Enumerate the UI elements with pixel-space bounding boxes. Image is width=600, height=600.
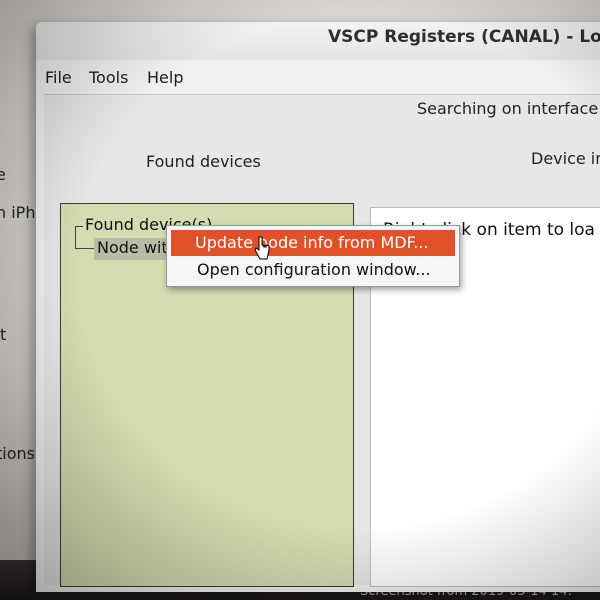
main-content: Searching on interface Found devices Dev… [44,94,600,587]
context-menu: Update node info from MDF... Open config… [166,225,460,287]
background-text-fragment: t [0,325,7,344]
window-title: VSCP Registers (CANAL) - Local [328,27,600,47]
menu-file[interactable]: File [45,68,72,87]
background-text-fragment: tions [0,444,35,463]
menu-help[interactable]: Help [147,68,183,87]
menu-tools[interactable]: Tools [89,68,128,87]
mouse-pointer-icon [254,236,270,260]
status-text: Searching on interface [417,99,599,118]
found-devices-header: Found devices [146,152,261,171]
main-window: VSCP Registers (CANAL) - Local File Tool… [36,22,600,592]
device-info-header: Device in [531,149,600,168]
tree-connector [75,226,76,248]
menu-bar: File Tools Help [36,66,600,92]
background-text-fragment: e [0,165,6,184]
menu-item-update-node-info[interactable]: Update node info from MDF... [171,230,455,256]
menu-item-open-configuration[interactable]: Open configuration window... [171,257,455,283]
tree-connector [75,226,83,227]
tree-connector [75,248,95,249]
title-bar[interactable]: VSCP Registers (CANAL) - Local [36,22,600,60]
